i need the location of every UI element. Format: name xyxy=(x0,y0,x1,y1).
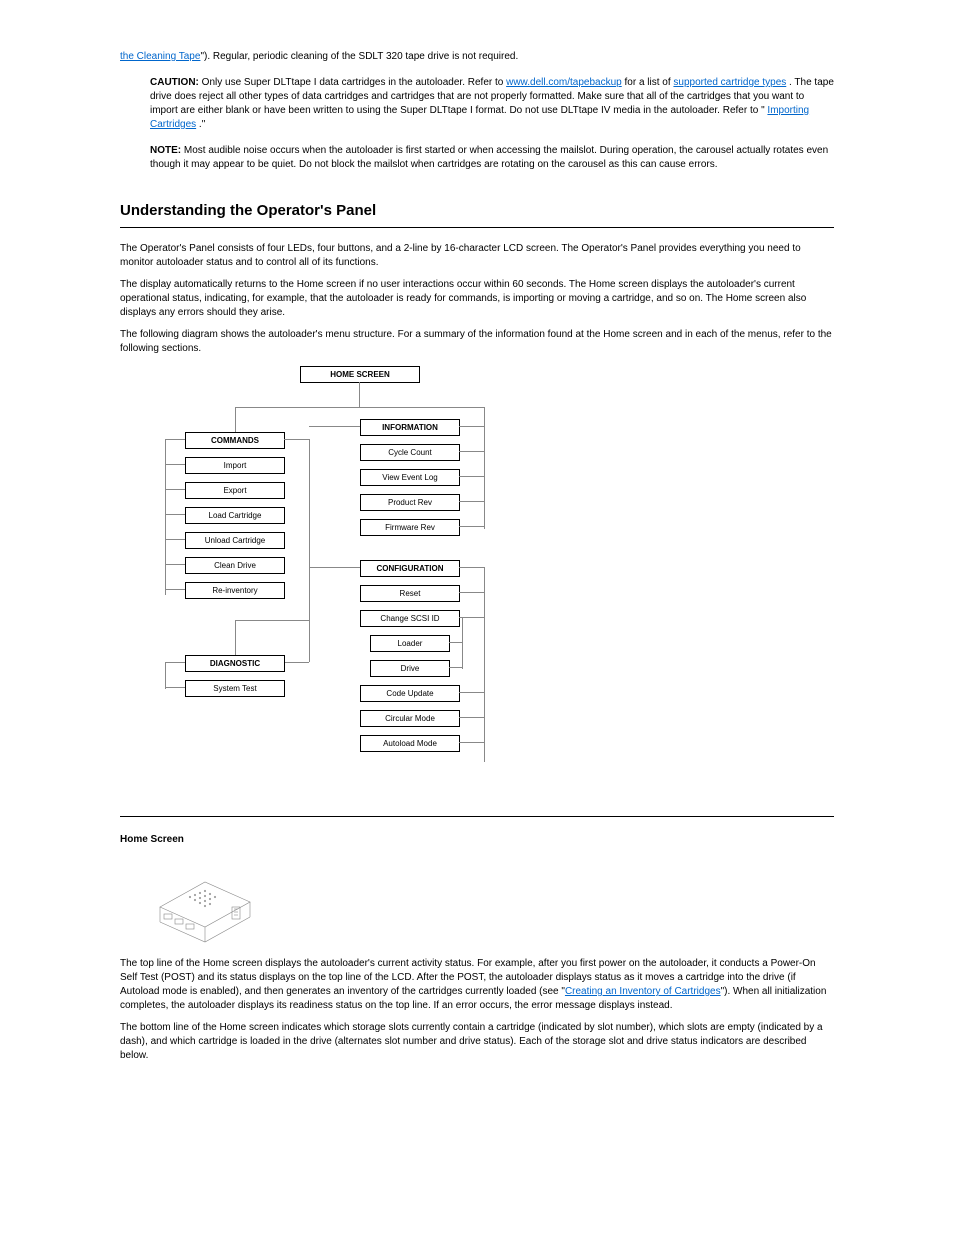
note-block: NOTE: Most audible noise occurs when the… xyxy=(150,144,834,172)
diagram-configuration: CONFIGURATION xyxy=(360,560,460,577)
caution-block: CAUTION: Only use Super DLTtape I data c… xyxy=(150,76,834,132)
diagram-commands: COMMANDS xyxy=(185,432,285,449)
op-paragraph-1: The Operator's Panel consists of four LE… xyxy=(120,242,834,270)
heading-operators-panel: Understanding the Operator's Panel xyxy=(120,200,834,228)
intro-text: "). Regular, periodic cleaning of the SD… xyxy=(200,51,518,62)
diagram-cfg-code-update: Code Update xyxy=(360,685,460,702)
caution-text-2: for a list of xyxy=(625,77,674,88)
diagram-diagnostic: DIAGNOSTIC xyxy=(185,655,285,672)
caution-label: CAUTION: xyxy=(150,77,199,88)
diagram-information: INFORMATION xyxy=(360,419,460,436)
home-p1-link[interactable]: Creating an Inventory of Cartridges xyxy=(565,986,721,997)
caution-text-4: ." xyxy=(199,119,205,130)
menu-structure-diagram: HOME SCREEN INFORMATION Cycle Count View… xyxy=(120,366,834,817)
home-paragraph-1: The top line of the Home screen displays… xyxy=(120,957,834,1013)
diagram-cmd-export: Export xyxy=(185,482,285,499)
caution-text-1: Only use Super DLTtape I data cartridges… xyxy=(202,77,506,88)
home-paragraph-2: The bottom line of the Home screen indic… xyxy=(120,1021,834,1063)
op-paragraph-3: The following diagram shows the autoload… xyxy=(120,328,834,356)
autoloader-illustration xyxy=(150,867,260,947)
diagram-home: HOME SCREEN xyxy=(300,366,420,383)
diagram-cfg-autoload-mode: Autoload Mode xyxy=(360,735,460,752)
diagram-cmd-import: Import xyxy=(185,457,285,474)
diagram-info-product-rev: Product Rev xyxy=(360,494,460,511)
note-label: NOTE: xyxy=(150,145,181,156)
diagram-cfg-drive: Drive xyxy=(370,660,450,677)
diagram-info-view-event-log: View Event Log xyxy=(360,469,460,486)
note-text: Most audible noise occurs when the autol… xyxy=(150,145,828,170)
diagram-cfg-loader: Loader xyxy=(370,635,450,652)
diagram-cmd-load-cartridge: Load Cartridge xyxy=(185,507,285,524)
op-paragraph-2: The display automatically returns to the… xyxy=(120,278,834,320)
diagram-cmd-clean-drive: Clean Drive xyxy=(185,557,285,574)
caution-link-2[interactable]: supported cartridge types xyxy=(673,77,786,88)
diagram-cfg-change-scsi-id: Change SCSI ID xyxy=(360,610,460,627)
diagram-cfg-circular-mode: Circular Mode xyxy=(360,710,460,727)
diagram-info-cycle-count: Cycle Count xyxy=(360,444,460,461)
diagram-diag-system-test: System Test xyxy=(185,680,285,697)
caution-link-1[interactable]: www.dell.com/tapebackup xyxy=(506,77,622,88)
diagram-info-firmware-rev: Firmware Rev xyxy=(360,519,460,536)
diagram-cmd-unload-cartridge: Unload Cartridge xyxy=(185,532,285,549)
diagram-cfg-reset: Reset xyxy=(360,585,460,602)
intro-line: the Cleaning Tape"). Regular, periodic c… xyxy=(120,50,834,64)
heading-home-screen: Home Screen xyxy=(120,833,834,847)
diagram-cmd-re-inventory: Re-inventory xyxy=(185,582,285,599)
intro-link[interactable]: the Cleaning Tape xyxy=(120,51,200,62)
